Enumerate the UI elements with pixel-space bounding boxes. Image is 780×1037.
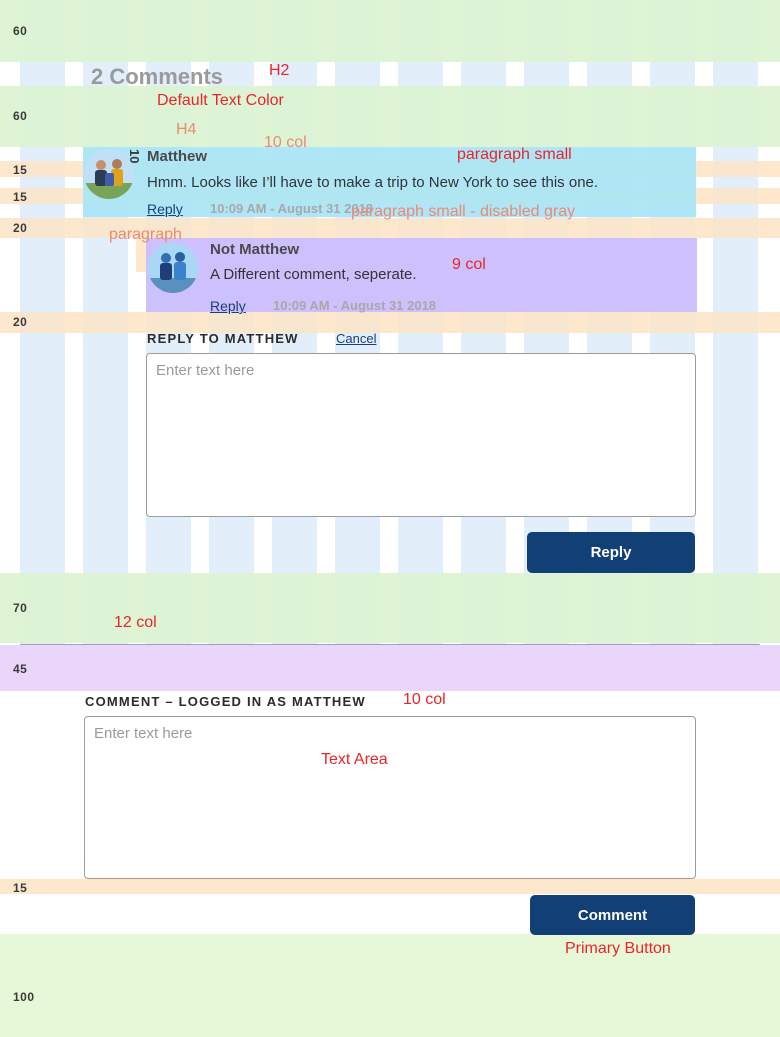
spacing-label: 20 xyxy=(13,221,28,235)
annotation-12-col: 12 col xyxy=(114,614,157,631)
annotation-10-col: 10 col xyxy=(264,134,307,151)
annotation-h4: H4 xyxy=(176,121,197,138)
spacing-band-15 xyxy=(0,879,780,894)
reply-textarea[interactable] xyxy=(146,353,696,517)
comment-timestamp: 10:09 AM - August 31 2018 xyxy=(210,201,374,216)
comments-section-title: 2 Comments xyxy=(91,64,224,89)
annotation-10-col-form: 10 col xyxy=(403,691,446,708)
spacing-label: 70 xyxy=(13,601,28,615)
annotation-paragraph-small-disabled: paragraph small - disabled gray xyxy=(351,203,576,220)
spacing-label: 45 xyxy=(13,662,28,676)
spacing-label: 60 xyxy=(13,24,28,38)
spacing-label: 100 xyxy=(13,990,35,1004)
spacing-band-60-top xyxy=(0,0,780,62)
annotation-paragraph-small: paragraph small xyxy=(457,146,572,163)
comment-author: Not Matthew xyxy=(210,241,300,258)
spacing-label: 60 xyxy=(13,109,28,123)
comment-author: Matthew xyxy=(147,148,207,165)
spacing-label: 15 xyxy=(13,881,28,895)
avatar xyxy=(148,243,198,293)
reply-form-heading: REPLY TO MATTHEW xyxy=(147,331,299,346)
spacing-band-45 xyxy=(0,645,780,691)
annotation-9-col: 9 col xyxy=(452,256,486,273)
comment-form-heading: COMMENT – LOGGED IN AS MATTHEW xyxy=(85,694,366,709)
spacing-label: 15 xyxy=(13,163,28,177)
reply-link[interactable]: Reply xyxy=(147,201,183,217)
spacing-label: 15 xyxy=(13,190,28,204)
comment-text: Hmm. Looks like I’ll have to make a trip… xyxy=(147,174,599,191)
comment-textarea[interactable] xyxy=(84,716,696,879)
annotation-text-area: Text Area xyxy=(321,751,388,768)
cancel-reply-link[interactable]: Cancel xyxy=(336,331,376,346)
comment-submit-button[interactable]: Comment xyxy=(530,895,695,935)
reply-link[interactable]: Reply xyxy=(210,298,246,314)
spacing-band-60 xyxy=(0,86,780,147)
annotation-paragraph: paragraph xyxy=(109,226,182,243)
reply-submit-button[interactable]: Reply xyxy=(527,532,695,573)
avatar-image-icon xyxy=(148,243,198,293)
spacing-label: 20 xyxy=(13,315,28,329)
annotation-default-text-color: Default Text Color xyxy=(157,92,284,109)
annotation-primary-button: Primary Button xyxy=(565,940,671,957)
comment-text: A Different comment, seperate. xyxy=(210,266,417,283)
spacing-label-vertical: 10 xyxy=(127,149,142,164)
annotation-h2: H2 xyxy=(269,62,290,79)
section-divider xyxy=(20,644,760,645)
comment-timestamp: 10:09 AM - August 31 2018 xyxy=(273,298,437,313)
spacing-band-70 xyxy=(0,573,780,643)
spacing-band-20 xyxy=(0,312,780,333)
